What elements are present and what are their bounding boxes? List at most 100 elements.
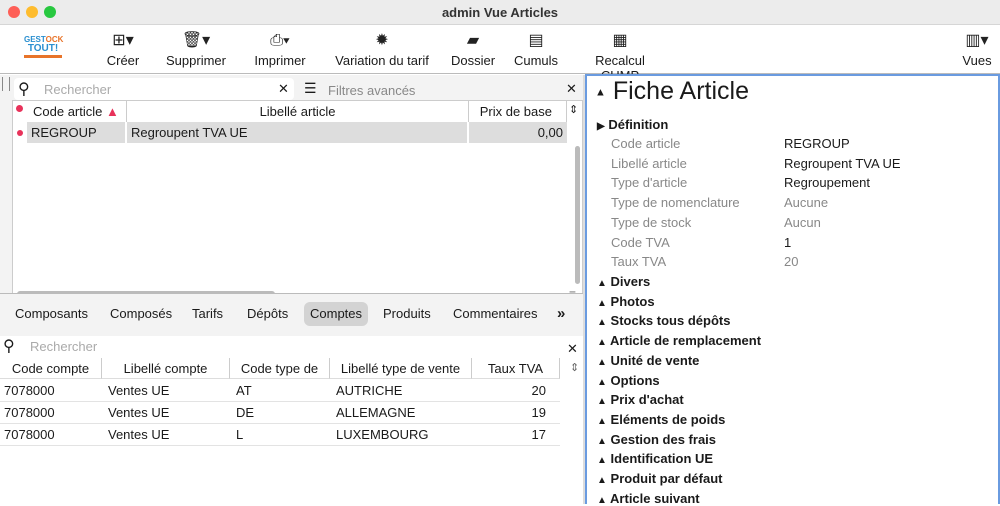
close-filters-icon[interactable]: ✕ (566, 81, 577, 97)
views-button[interactable]: ▥▾ Vues (960, 31, 994, 68)
collapse-triangle-icon: ▲ (597, 337, 607, 349)
more-tabs-button[interactable]: » (551, 302, 571, 326)
document-chart-icon: ▤ (528, 32, 544, 49)
table-cell: Ventes UE (108, 427, 170, 442)
tab-commentaires[interactable]: Commentaires (447, 302, 544, 326)
table-row[interactable]: REGROUP Regroupent TVA UE 0,00 (13, 122, 569, 144)
status-dot-icon (17, 130, 23, 136)
tab-produits[interactable]: Produits (377, 302, 437, 326)
collapse-triangle-icon: ▲ (597, 435, 607, 447)
table-cell: 19 (531, 405, 546, 420)
status-dot-icon (16, 105, 23, 112)
field-label: Taux TVA (611, 254, 667, 270)
section-header[interactable]: ▲ Gestion des frais (597, 432, 716, 447)
advanced-filters-button[interactable]: Filtres avancés (328, 83, 415, 98)
window-title: admin Vue Articles (441, 5, 559, 20)
clear-search-icon[interactable]: ✕ (278, 81, 289, 97)
vertical-scrollbar[interactable] (575, 146, 580, 284)
field-label: Libellé article (611, 155, 687, 171)
accounts-search-input[interactable]: Rechercher (30, 339, 97, 354)
clear-search-icon[interactable]: ✕ (567, 341, 578, 357)
column-header[interactable]: Taux TVA (472, 358, 560, 379)
field-value: Regroupent TVA UE (784, 155, 901, 171)
tab-composants[interactable]: Composants (9, 302, 94, 326)
section-header[interactable]: ▲ Produit par défaut (597, 471, 722, 486)
section-header[interactable]: ▲ Unité de vente (597, 353, 699, 368)
delete-button[interactable]: 🗑▾ Supprimer (162, 31, 230, 68)
tab-tarifs[interactable]: Tarifs (186, 302, 229, 326)
table-cell: Ventes UE (108, 383, 170, 398)
table-cell: LUXEMBOURG (336, 427, 429, 442)
tab-composes[interactable]: Composés (104, 302, 178, 326)
toolbar: GESTOCK TOUT! ⊞▾ Créer 🗑▾ Supprimer ⎙▾ Impri… (0, 25, 1000, 83)
table-cell: 7078000 (4, 383, 55, 398)
table-cell: DE (236, 405, 255, 420)
collapse-triangle-icon: ▲ (597, 494, 607, 506)
section-header[interactable]: ▲ Divers (597, 274, 650, 289)
section-header[interactable]: ▲ Article de remplacement (597, 333, 761, 348)
sort-icon[interactable]: ⇕ (570, 361, 579, 374)
section-header[interactable]: ▲ Identification UE (597, 451, 713, 466)
layout-icon: ▥▾ (965, 32, 989, 49)
fiche-title[interactable]: ▲ Fiche Article (595, 77, 749, 106)
collapse-triangle-icon: ▲ (597, 278, 607, 289)
section-header[interactable]: ▲ Article suivant (597, 491, 700, 506)
field-label: Type de nomenclature (611, 195, 740, 211)
close-window-button[interactable] (8, 6, 20, 18)
section-header[interactable]: ▲ Prix d'achat (597, 392, 684, 407)
section-definition[interactable]: ▶ Définition (597, 117, 668, 132)
field-value: Aucun (784, 214, 821, 230)
column-header-libelle-article[interactable]: Libellé article (127, 101, 469, 122)
section-header[interactable]: ▲ Eléments de poids (597, 412, 725, 427)
column-header[interactable]: Code type de (230, 358, 330, 379)
add-square-icon: ⊞▾ (112, 32, 134, 49)
totals-button[interactable]: ▤ Cumuls (512, 31, 560, 68)
column-header[interactable]: Libellé compte (102, 358, 230, 379)
collapse-triangle-icon: ▲ (597, 415, 607, 427)
column-header-prix-de-base[interactable]: Prix de base (469, 101, 567, 122)
table-cell: AUTRICHE (336, 383, 403, 398)
price-variation-button[interactable]: ✹ Variation du tarif (330, 31, 434, 68)
tab-comptes[interactable]: Comptes (304, 302, 369, 326)
collapse-triangle-icon: ▲ (597, 356, 607, 368)
table-row[interactable]: 7078000 Ventes UE DE ALLEMAGNE 19 (0, 402, 560, 424)
printer-icon: ⎙▾ (270, 32, 290, 49)
collapse-triangle-icon: ▲ (597, 376, 607, 388)
calculator-icon: ▦ (612, 32, 628, 49)
table-cell: 20 (531, 383, 546, 398)
search-icon: ⚲ (18, 81, 30, 98)
article-search-input[interactable]: ⚲ Rechercher ✕ (14, 78, 294, 100)
section-header[interactable]: ▲ Photos (597, 294, 655, 309)
percent-badge-icon: ✹ (375, 32, 389, 49)
field-label: Code TVA (611, 234, 670, 250)
collapse-triangle-icon: ▲ (597, 297, 607, 309)
collapse-triangle-icon: ▲ (597, 475, 607, 486)
field-value: REGROUP (784, 136, 850, 151)
tab-depots[interactable]: Dépôts (241, 302, 294, 326)
table-cell: ALLEMAGNE (336, 405, 416, 420)
field-value: Regroupement (784, 175, 870, 191)
table-cell: AT (236, 383, 252, 398)
column-header[interactable]: Libellé type de vente (330, 358, 472, 379)
column-header[interactable]: Code compte (0, 358, 102, 379)
zoom-window-button[interactable] (44, 6, 56, 18)
field-value: Aucune (784, 195, 829, 211)
print-button[interactable]: ⎙▾ Imprimer (250, 31, 310, 68)
title-bar: admin Vue Articles (0, 0, 1000, 25)
table-row[interactable]: 7078000 Ventes UE AT AUTRICHE 20 (0, 380, 560, 402)
section-header[interactable]: ▲ Stocks tous dépôts (597, 313, 730, 328)
folder-icon: ▰ (466, 32, 480, 49)
section-header[interactable]: ▲ Options (597, 373, 660, 388)
field-label: Type de stock (611, 214, 692, 230)
sort-icon[interactable]: ⇕ (569, 103, 578, 116)
collapse-triangle-icon: ▲ (597, 455, 607, 467)
logo: GESTOCK TOUT! (24, 35, 63, 61)
minimize-window-button[interactable] (26, 6, 38, 18)
table-cell: Ventes UE (108, 405, 170, 420)
create-button[interactable]: ⊞▾ Créer (105, 31, 141, 68)
panel-drag-handle[interactable] (2, 77, 10, 91)
folder-button[interactable]: ▰ Dossier (450, 31, 496, 68)
table-row[interactable]: 7078000 Ventes UE L LUXEMBOURG 17 (0, 424, 560, 446)
filter-icon[interactable]: ☰ (304, 80, 317, 97)
column-header-code-article[interactable]: Code article ▲ (27, 101, 127, 122)
